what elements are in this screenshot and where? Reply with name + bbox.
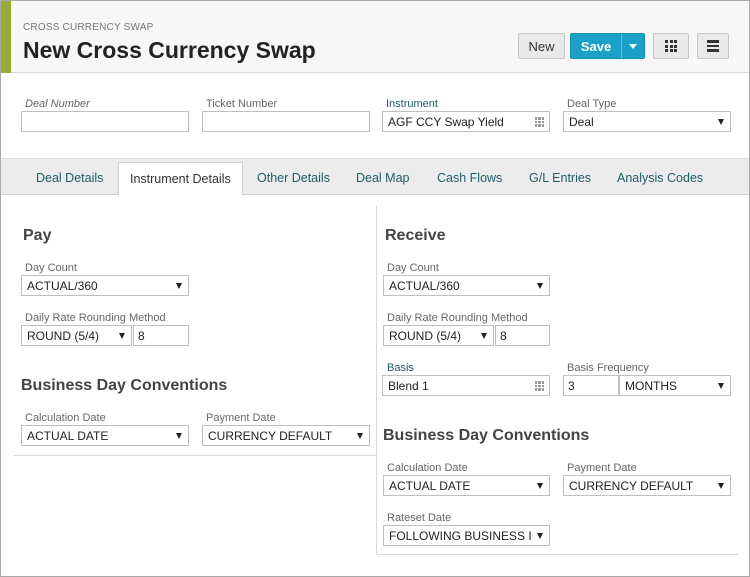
page-title: New Cross Currency Swap [23, 37, 316, 63]
picker-grid-icon[interactable] [534, 117, 544, 127]
pay-section-bottom-divider [14, 455, 376, 456]
receive-rounding-select[interactable]: ROUND (5/4) [383, 325, 494, 346]
receive-basis-value: Blend 1 [388, 379, 429, 393]
receive-payment-date-select[interactable]: CURRENCY DEFAULT [563, 475, 731, 496]
receive-calc-date-value: ACTUAL DATE [389, 479, 471, 493]
tab-cash-flows[interactable]: Cash Flows [437, 171, 502, 185]
dropdown-arrow-icon [718, 383, 724, 389]
receive-calc-date-select[interactable]: ACTUAL DATE [383, 475, 550, 496]
receive-section-bottom-divider [377, 554, 738, 555]
breadcrumb[interactable]: CROSS CURRENCY SWAP [23, 22, 154, 33]
receive-day-count-label: Day Count [387, 262, 439, 274]
dropdown-arrow-icon [537, 533, 543, 539]
tab-deal-details[interactable]: Deal Details [36, 171, 103, 185]
app-window: CROSS CURRENCY SWAP New Cross Currency S… [0, 0, 750, 577]
dropdown-arrow-icon [481, 333, 487, 339]
page-header: CROSS CURRENCY SWAP New Cross Currency S… [1, 1, 749, 73]
grid-icon [665, 40, 677, 52]
dropdown-arrow-icon [537, 483, 543, 489]
save-options-button[interactable] [621, 33, 645, 59]
grid-view-button[interactable] [653, 33, 689, 59]
dropdown-arrow-icon [176, 433, 182, 439]
tab-bar: Deal Details Instrument Details Other De… [1, 158, 749, 196]
tab-gl-entries[interactable]: G/L Entries [529, 171, 591, 185]
save-button[interactable]: Save [570, 33, 621, 59]
hamburger-icon [707, 40, 719, 52]
new-button[interactable]: New [518, 33, 565, 59]
deal-number-label: Deal Number [25, 98, 90, 110]
tab-other-details[interactable]: Other Details [257, 171, 330, 185]
ticket-number-label: Ticket Number [206, 98, 278, 110]
receive-day-count-select[interactable]: ACTUAL/360 [383, 275, 550, 296]
accent-bar [1, 1, 11, 73]
pay-rounding-digits-field[interactable]: 8 [133, 325, 189, 346]
tab-instrument-details[interactable]: Instrument Details [118, 162, 243, 196]
receive-rounding-value: ROUND (5/4) [389, 329, 462, 343]
pay-bdc-title: Business Day Conventions [21, 377, 228, 394]
pay-day-count-label: Day Count [25, 262, 77, 274]
pay-day-count-value: ACTUAL/360 [27, 279, 98, 293]
receive-rounding-label: Daily Rate Rounding Method [387, 312, 528, 324]
dropdown-arrow-icon [537, 283, 543, 289]
instrument-value: AGF CCY Swap Yield [388, 115, 504, 129]
instrument-label: Instrument [386, 98, 438, 110]
column-divider [376, 206, 377, 554]
receive-title: Receive [385, 227, 446, 244]
dropdown-arrow-icon [176, 283, 182, 289]
receive-basis-frequency-unit-value: MONTHS [625, 379, 677, 393]
pay-payment-date-value: CURRENCY DEFAULT [208, 429, 333, 443]
deal-number-field[interactable] [21, 111, 189, 132]
instrument-field[interactable]: AGF CCY Swap Yield [382, 111, 550, 132]
receive-basis-frequency-label: Basis Frequency [567, 362, 649, 374]
chevron-down-icon [629, 43, 637, 49]
pay-rounding-label: Daily Rate Rounding Method [25, 312, 166, 324]
deal-type-select[interactable]: Deal [563, 111, 731, 132]
menu-button[interactable] [697, 33, 729, 59]
dropdown-arrow-icon [119, 333, 125, 339]
receive-basis-field[interactable]: Blend 1 [382, 375, 550, 396]
pay-rounding-value: ROUND (5/4) [27, 329, 100, 343]
receive-calc-date-label: Calculation Date [387, 462, 468, 474]
tab-deal-map[interactable]: Deal Map [356, 171, 410, 185]
receive-rateset-date-value: FOLLOWING BUSINESS I [389, 529, 532, 543]
pay-payment-date-select[interactable]: CURRENCY DEFAULT [202, 425, 370, 446]
receive-day-count-value: ACTUAL/360 [389, 279, 460, 293]
receive-basis-frequency-unit-select[interactable]: MONTHS [619, 375, 731, 396]
receive-bdc-title: Business Day Conventions [383, 427, 590, 444]
pay-title: Pay [23, 227, 52, 244]
receive-basis-label: Basis [387, 362, 414, 374]
pay-calc-date-select[interactable]: ACTUAL DATE [21, 425, 189, 446]
picker-grid-icon[interactable] [534, 381, 544, 391]
receive-payment-date-label: Payment Date [567, 462, 637, 474]
dropdown-arrow-icon [357, 433, 363, 439]
deal-type-label: Deal Type [567, 98, 617, 110]
pay-rounding-select[interactable]: ROUND (5/4) [21, 325, 132, 346]
pay-payment-date-label: Payment Date [206, 412, 276, 424]
dropdown-arrow-icon [718, 119, 724, 125]
dropdown-arrow-icon [718, 483, 724, 489]
pay-calc-date-label: Calculation Date [25, 412, 106, 424]
pay-calc-date-value: ACTUAL DATE [27, 429, 109, 443]
receive-rounding-digits-field[interactable]: 8 [495, 325, 550, 346]
receive-rateset-date-select[interactable]: FOLLOWING BUSINESS I [383, 525, 550, 546]
pay-day-count-select[interactable]: ACTUAL/360 [21, 275, 189, 296]
deal-type-value: Deal [569, 115, 594, 129]
receive-payment-date-value: CURRENCY DEFAULT [569, 479, 694, 493]
tab-analysis-codes[interactable]: Analysis Codes [617, 171, 703, 185]
receive-rateset-date-label: Rateset Date [387, 512, 452, 524]
ticket-number-field[interactable] [202, 111, 370, 132]
receive-basis-frequency-number[interactable]: 3 [563, 375, 619, 396]
